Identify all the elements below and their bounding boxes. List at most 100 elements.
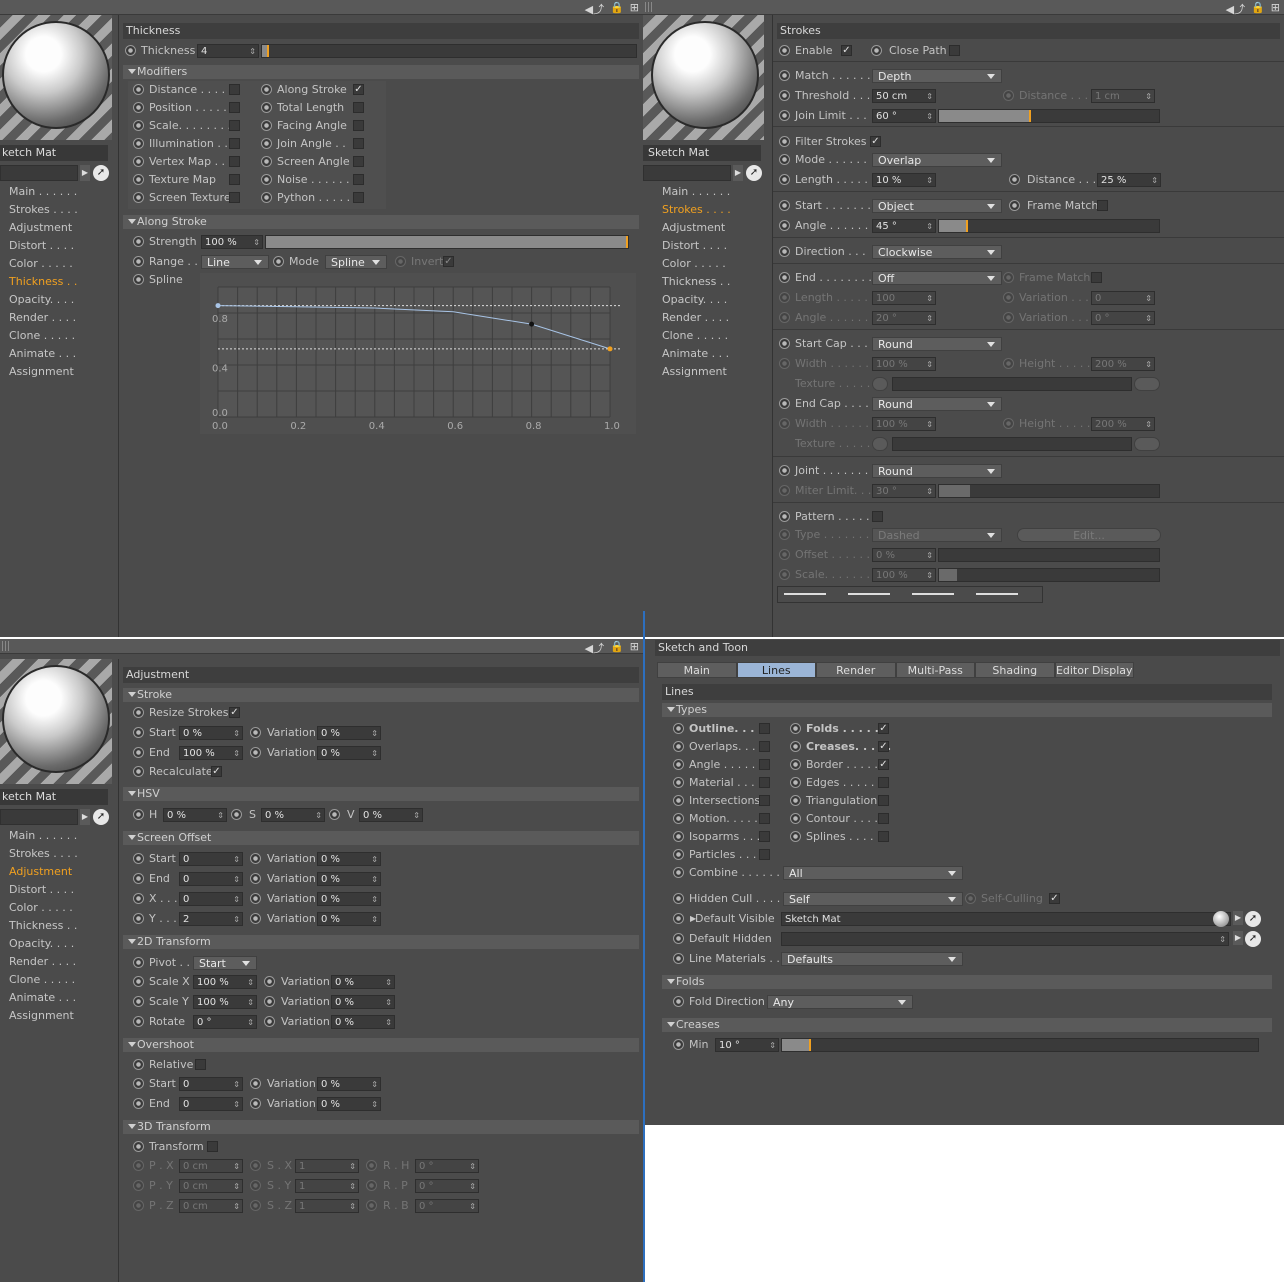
radio-icon[interactable] [250, 747, 261, 758]
radio-icon[interactable] [261, 84, 272, 95]
start-input[interactable]: 0 % [179, 726, 243, 741]
radio-icon[interactable] [125, 45, 136, 56]
radio-icon[interactable] [395, 256, 406, 267]
variation-input[interactable]: 0 % [317, 746, 381, 761]
radio-icon[interactable] [779, 358, 790, 369]
sidebar-item[interactable]: Animate . . . [9, 345, 78, 363]
radio-icon[interactable] [133, 873, 144, 884]
line-materials-dropdown[interactable]: Defaults [781, 952, 963, 966]
sidebar-item[interactable]: Render . . . . [9, 953, 78, 971]
splitter[interactable] [643, 611, 645, 1282]
thickness-input[interactable]: 4 [197, 44, 259, 59]
triangle-icon[interactable]: ▶ [690, 910, 696, 928]
number-input[interactable]: 0 ° [415, 1179, 479, 1194]
type-checkbox[interactable] [759, 723, 770, 734]
2d-transform-header[interactable]: 2D Transform [123, 935, 639, 949]
radio-icon[interactable] [366, 1200, 377, 1211]
3d-transform-header[interactable]: 3D Transform [123, 1120, 639, 1134]
tab-main[interactable]: Main [657, 662, 737, 678]
hsv-header[interactable]: HSV [123, 787, 639, 801]
lock-icon[interactable]: 🔒 [610, 640, 624, 656]
number-input[interactable]: 0 cm [179, 1179, 243, 1194]
type-checkbox[interactable]: ✓ [878, 741, 889, 752]
sidebar-item[interactable]: Assignment [9, 1007, 78, 1025]
mode-dropdown[interactable]: Spline [325, 255, 387, 269]
modifier-checkbox[interactable] [229, 156, 240, 167]
material-link-field[interactable] [643, 165, 731, 181]
radio-icon[interactable] [673, 795, 684, 806]
close-path-checkbox[interactable] [949, 45, 960, 56]
spline-graph[interactable]: 0.0 0.2 0.4 0.6 0.8 1.0 0.8 0.4 0.0 [200, 273, 636, 434]
slider[interactable] [892, 437, 1132, 451]
radio-icon[interactable] [133, 236, 144, 247]
radio-icon[interactable] [133, 1098, 144, 1109]
radio-icon[interactable] [779, 418, 790, 429]
radio-icon[interactable] [133, 1059, 144, 1070]
variation-input[interactable]: 0 % [331, 1015, 395, 1030]
length2-input[interactable]: 100 [872, 291, 936, 306]
picker-icon[interactable]: ➚ [93, 165, 109, 181]
modifier-checkbox[interactable] [229, 174, 240, 185]
texture-button[interactable] [872, 437, 888, 451]
offset-input[interactable]: 0 [179, 892, 243, 907]
distance2-input[interactable]: 25 % [1097, 173, 1161, 188]
offset-input[interactable]: 0 [179, 852, 243, 867]
grip-icon[interactable] [2, 641, 10, 651]
variation-input[interactable]: 0 % [317, 1077, 381, 1092]
miter-input[interactable]: 30 ° [872, 484, 936, 499]
enable-checkbox[interactable]: ✓ [841, 45, 852, 56]
type-checkbox[interactable] [878, 795, 889, 806]
sidebar-item[interactable]: Strokes . . . . [9, 845, 78, 863]
radio-icon[interactable] [779, 70, 790, 81]
radio-icon[interactable] [779, 465, 790, 476]
slider[interactable] [938, 548, 1160, 562]
variation-input[interactable]: 0 % [317, 892, 381, 907]
number-input[interactable]: 1 [295, 1179, 359, 1194]
frame-match-checkbox[interactable] [1097, 200, 1108, 211]
type-checkbox[interactable] [759, 849, 770, 860]
modifier-checkbox[interactable] [353, 192, 364, 203]
variation-input[interactable]: 0 % [317, 912, 381, 927]
radio-icon[interactable] [790, 795, 801, 806]
sidebar-item[interactable]: Strokes . . . . [9, 201, 78, 219]
radio-icon[interactable] [779, 529, 790, 540]
type-checkbox[interactable] [759, 795, 770, 806]
radio-icon[interactable] [133, 1016, 144, 1027]
spline-knot[interactable] [215, 303, 221, 309]
variation-input[interactable]: 0 % [331, 995, 395, 1010]
frame-match2-checkbox[interactable] [1091, 272, 1102, 283]
folds-header[interactable]: Folds [662, 975, 1272, 989]
type-checkbox[interactable] [759, 831, 770, 842]
sidebar-item[interactable]: Main . . . . . . [662, 183, 731, 201]
offset-input[interactable]: 0 % [872, 548, 936, 563]
radio-icon[interactable] [231, 809, 242, 820]
radio-icon[interactable] [133, 853, 144, 864]
radio-icon[interactable] [673, 777, 684, 788]
tab-render[interactable]: Render [816, 662, 896, 678]
radio-icon[interactable] [250, 853, 261, 864]
radio-icon[interactable] [250, 873, 261, 884]
radio-icon[interactable] [779, 154, 790, 165]
radio-icon[interactable] [779, 338, 790, 349]
number-input[interactable]: 0 cm [179, 1199, 243, 1214]
radio-icon[interactable] [264, 996, 275, 1007]
radio-icon[interactable] [250, 1098, 261, 1109]
radio-icon[interactable] [779, 110, 790, 121]
fold-direction-dropdown[interactable]: Any [767, 995, 913, 1009]
radio-icon[interactable] [790, 777, 801, 788]
radio-icon[interactable] [133, 102, 144, 113]
sidebar-item[interactable]: Clone . . . . . [9, 327, 78, 345]
sidebar-item[interactable]: Thickness . . [9, 273, 78, 291]
radio-icon[interactable] [133, 192, 144, 203]
radio-icon[interactable] [273, 256, 284, 267]
radio-icon[interactable] [133, 256, 144, 267]
menu-arrow-icon[interactable]: ▶ [80, 809, 90, 825]
radio-icon[interactable] [673, 996, 684, 1007]
join-limit-input[interactable]: 60 ° [872, 109, 936, 124]
number-input[interactable]: 0 cm [179, 1159, 243, 1174]
width2-input[interactable]: 100 % [872, 417, 936, 432]
radio-icon[interactable] [673, 741, 684, 752]
edit-button[interactable]: Edit... [1017, 528, 1161, 542]
miter-slider[interactable] [938, 484, 1160, 498]
radio-icon[interactable] [133, 976, 144, 987]
